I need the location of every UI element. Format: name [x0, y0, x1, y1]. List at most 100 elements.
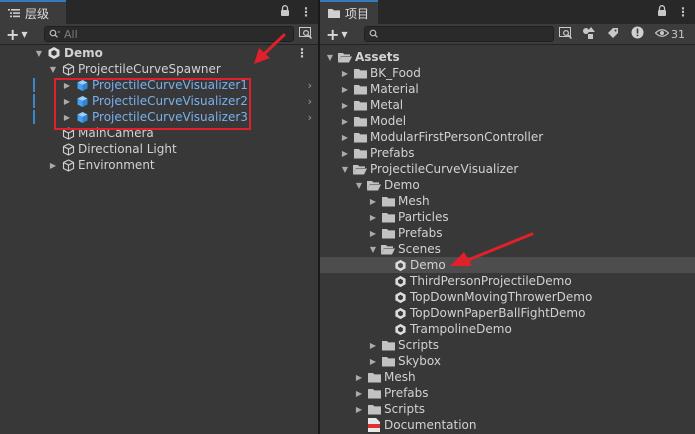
collapse-arrow-icon[interactable]: ▶ [48, 161, 58, 170]
search-placeholder: All [64, 27, 78, 41]
collapse-arrow-icon[interactable]: ▶ [340, 101, 350, 110]
dropdown-arrow-icon: ▼ [21, 29, 28, 39]
folder-label: Scenes [398, 242, 441, 256]
visibility-toggle[interactable]: 31 [654, 26, 691, 42]
project-search-field[interactable] [364, 26, 554, 42]
folder-icon [352, 81, 368, 97]
project-folder[interactable]: ▶ Mesh [320, 369, 695, 385]
folder-icon [352, 129, 368, 145]
scene-label: Demo [64, 46, 103, 60]
more-options-icon[interactable]: ⋮ [300, 5, 312, 19]
project-folder[interactable]: ▶ Skybox [320, 353, 695, 369]
collapse-arrow-icon[interactable]: ▶ [340, 69, 350, 78]
folder-label: Prefabs [384, 386, 429, 400]
scene-label: ThirdPersonProjectileDemo [410, 274, 572, 288]
more-options-icon[interactable]: ⋮ [677, 5, 689, 19]
folder-icon [380, 353, 396, 369]
project-folder[interactable]: ▶ Particles [320, 209, 695, 225]
project-folder[interactable]: ▶ ModularFirstPersonController [320, 129, 695, 145]
pdf-asset[interactable]: Documentation [320, 417, 695, 433]
expand-arrow-icon[interactable]: ▼ [34, 49, 44, 58]
lock-icon[interactable] [657, 5, 667, 19]
tab-hierarchy[interactable]: 层级 [0, 0, 66, 24]
create-button[interactable]: + ▼ [6, 24, 28, 44]
chevron-right-icon[interactable]: › [308, 79, 312, 92]
hierarchy-item[interactable]: ▶ Environment [0, 157, 318, 173]
search-scene-icon [299, 26, 313, 42]
search-icon [369, 28, 378, 41]
expand-arrow-icon[interactable]: ▼ [354, 181, 364, 190]
scene-label: TopDownMovingThrowerDemo [410, 290, 593, 304]
project-folder[interactable]: ▶ Prefabs [320, 145, 695, 161]
expand-arrow-icon[interactable]: ▼ [368, 245, 378, 254]
folder-icon [352, 65, 368, 81]
collapse-arrow-icon[interactable]: ▶ [354, 405, 364, 414]
gameobject-cube-icon [60, 157, 76, 173]
collapse-arrow-icon[interactable]: ▶ [354, 389, 364, 398]
search-by-label-button[interactable] [604, 26, 622, 42]
search-by-scene-button[interactable] [557, 26, 575, 42]
lock-icon[interactable] [280, 5, 290, 19]
project-panel: 项目 ⋮ + ▼ 31 ▼ Assets ▶ BK_Food ▶ Materia… [320, 0, 695, 434]
collapse-arrow-icon[interactable]: ▶ [368, 213, 378, 222]
folder-icon [366, 401, 382, 417]
folder-icon [352, 113, 368, 129]
chevron-right-icon[interactable]: › [308, 111, 312, 124]
modified-marker [33, 94, 35, 108]
folder-icon [380, 209, 396, 225]
folder-open-icon [337, 49, 353, 65]
scene-asset[interactable]: TopDownMovingThrowerDemo [320, 289, 695, 305]
scene-label: TopDownPaperBallFightDemo [410, 306, 586, 320]
project-folder[interactable]: ▼ Demo [320, 177, 695, 193]
scene-menu-icon[interactable]: ⋮ [296, 46, 308, 60]
expand-arrow-icon[interactable]: ▼ [340, 165, 350, 174]
collapse-arrow-icon[interactable]: ▶ [354, 373, 364, 382]
folder-label: ProjectileCurveVisualizer [370, 162, 519, 176]
scene-label: TrampolineDemo [410, 322, 512, 336]
project-folder[interactable]: ▶ Metal [320, 97, 695, 113]
create-asset-button[interactable]: + ▼ [326, 24, 348, 44]
collapse-arrow-icon[interactable]: ▶ [368, 357, 378, 366]
unity-scene-icon [392, 321, 408, 337]
unity-scene-icon [392, 257, 408, 273]
hierarchy-item[interactable]: Directional Light [0, 141, 318, 157]
expand-arrow-icon[interactable]: ▼ [48, 65, 58, 74]
collapse-arrow-icon[interactable]: ▶ [340, 133, 350, 142]
scene-asset[interactable]: TopDownPaperBallFightDemo [320, 305, 695, 321]
project-folder[interactable]: ▶ Mesh [320, 193, 695, 209]
scene-asset[interactable]: ThirdPersonProjectileDemo [320, 273, 695, 289]
unity-scene-icon [392, 273, 408, 289]
folder-label: Prefabs [370, 146, 415, 160]
collapse-arrow-icon[interactable]: ▶ [368, 229, 378, 238]
chevron-right-icon[interactable]: › [308, 95, 312, 108]
collapse-arrow-icon[interactable]: ▶ [340, 85, 350, 94]
collapse-arrow-icon[interactable]: ▶ [368, 197, 378, 206]
expand-arrow-icon[interactable]: ▼ [325, 53, 335, 62]
project-folder[interactable]: ▶ Model [320, 113, 695, 129]
collapse-arrow-icon[interactable]: ▶ [368, 341, 378, 350]
tag-icon [607, 27, 619, 42]
project-folder[interactable]: ▶ Scripts [320, 401, 695, 417]
shapes-filter-icon [582, 26, 596, 42]
folder-icon [352, 97, 368, 113]
folder-icon [380, 337, 396, 353]
tab-project[interactable]: 项目 [320, 0, 378, 24]
project-folder[interactable]: ▶ Material [320, 81, 695, 97]
project-folder[interactable]: ▶ Scripts [320, 337, 695, 353]
project-folder[interactable]: ▼ ProjectileCurveVisualizer [320, 161, 695, 177]
project-folder[interactable]: ▼ Assets [320, 49, 695, 65]
project-folder[interactable]: ▶ BK_Food [320, 65, 695, 81]
scene-search-button[interactable] [297, 26, 315, 42]
folder-icon [366, 385, 382, 401]
console-errors-button[interactable] [628, 26, 646, 42]
collapse-arrow-icon[interactable]: ▶ [340, 149, 350, 158]
project-folder[interactable]: ▶ Prefabs [320, 385, 695, 401]
search-scene-icon [559, 26, 573, 42]
folder-icon [366, 369, 382, 385]
folder-icon [328, 8, 340, 18]
folder-icon [380, 225, 396, 241]
search-by-type-button[interactable] [580, 26, 598, 42]
scene-asset[interactable]: TrampolineDemo [320, 321, 695, 337]
unity-scene-icon [392, 289, 408, 305]
collapse-arrow-icon[interactable]: ▶ [340, 117, 350, 126]
